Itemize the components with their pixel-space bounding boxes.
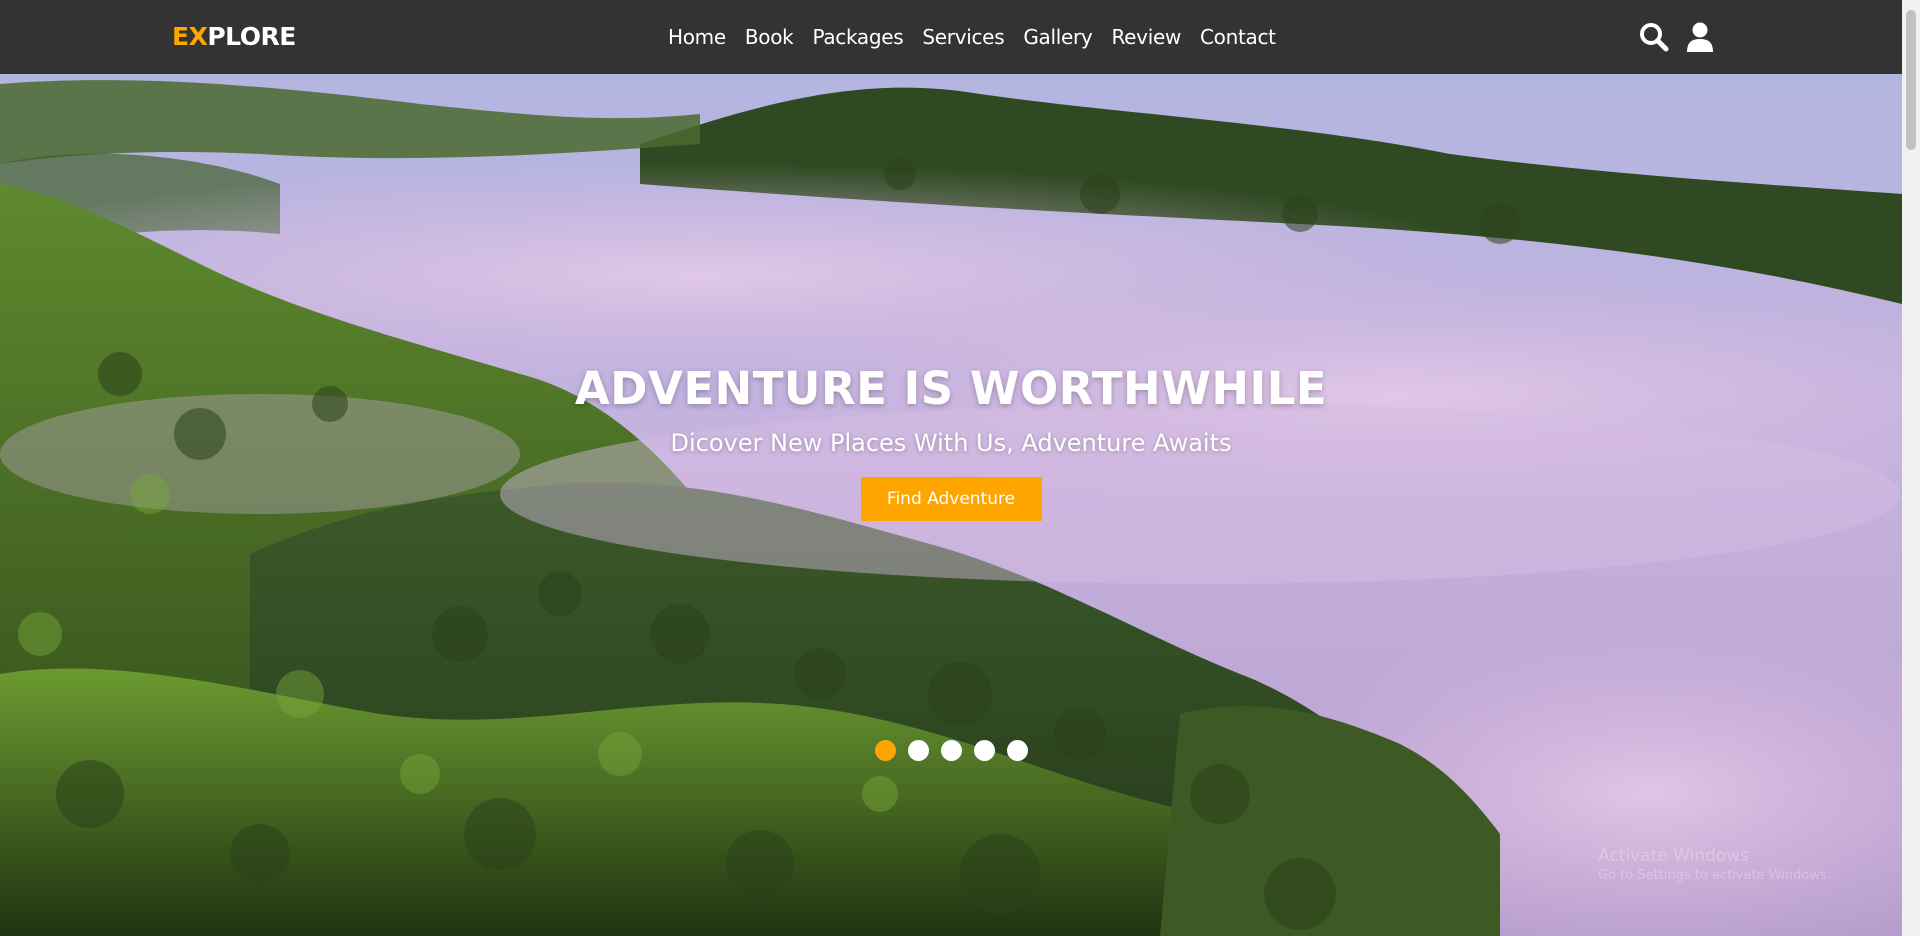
slider-dot-3[interactable] xyxy=(941,740,962,761)
slider-dot-2[interactable] xyxy=(908,740,929,761)
slider-dot-1[interactable] xyxy=(875,740,896,761)
nav-gallery[interactable]: Gallery xyxy=(1023,25,1092,49)
main-nav: Home Book Packages Services Gallery Revi… xyxy=(668,0,1295,74)
site-header: EXPLORE Home Book Packages Services Gall… xyxy=(0,0,1902,74)
logo-accent: EX xyxy=(172,22,208,51)
slider-dot-4[interactable] xyxy=(974,740,995,761)
nav-review[interactable]: Review xyxy=(1111,25,1181,49)
nav-home[interactable]: Home xyxy=(668,25,726,49)
hero-content: ADVENTURE IS WORTHWHILE Dicover New Plac… xyxy=(0,362,1902,521)
find-adventure-button[interactable]: Find Adventure xyxy=(860,477,1042,521)
watermark-line2: Go to Settings to activate Windows. xyxy=(1598,868,1831,883)
hero-section: ADVENTURE IS WORTHWHILE Dicover New Plac… xyxy=(0,74,1902,936)
nav-services[interactable]: Services xyxy=(922,25,1004,49)
hero-title: ADVENTURE IS WORTHWHILE xyxy=(574,362,1328,415)
search-icon[interactable] xyxy=(1638,21,1670,53)
hero-subtitle: Dicover New Places With Us, Adventure Aw… xyxy=(670,429,1232,457)
logo-rest: PLORE xyxy=(207,22,296,51)
watermark-line1: Activate Windows xyxy=(1598,846,1749,866)
page-scrollbar[interactable] xyxy=(1902,0,1920,936)
activate-windows-watermark: Activate Windows Go to Settings to activ… xyxy=(1598,846,1831,886)
slider-dots xyxy=(875,740,1040,761)
nav-packages[interactable]: Packages xyxy=(812,25,903,49)
scrollbar-thumb[interactable] xyxy=(1906,10,1916,150)
site-logo[interactable]: EXPLORE xyxy=(172,0,296,74)
nav-book[interactable]: Book xyxy=(745,25,794,49)
slider-dot-5[interactable] xyxy=(1007,740,1028,761)
nav-contact[interactable]: Contact xyxy=(1200,25,1276,49)
user-icon[interactable] xyxy=(1684,21,1716,53)
